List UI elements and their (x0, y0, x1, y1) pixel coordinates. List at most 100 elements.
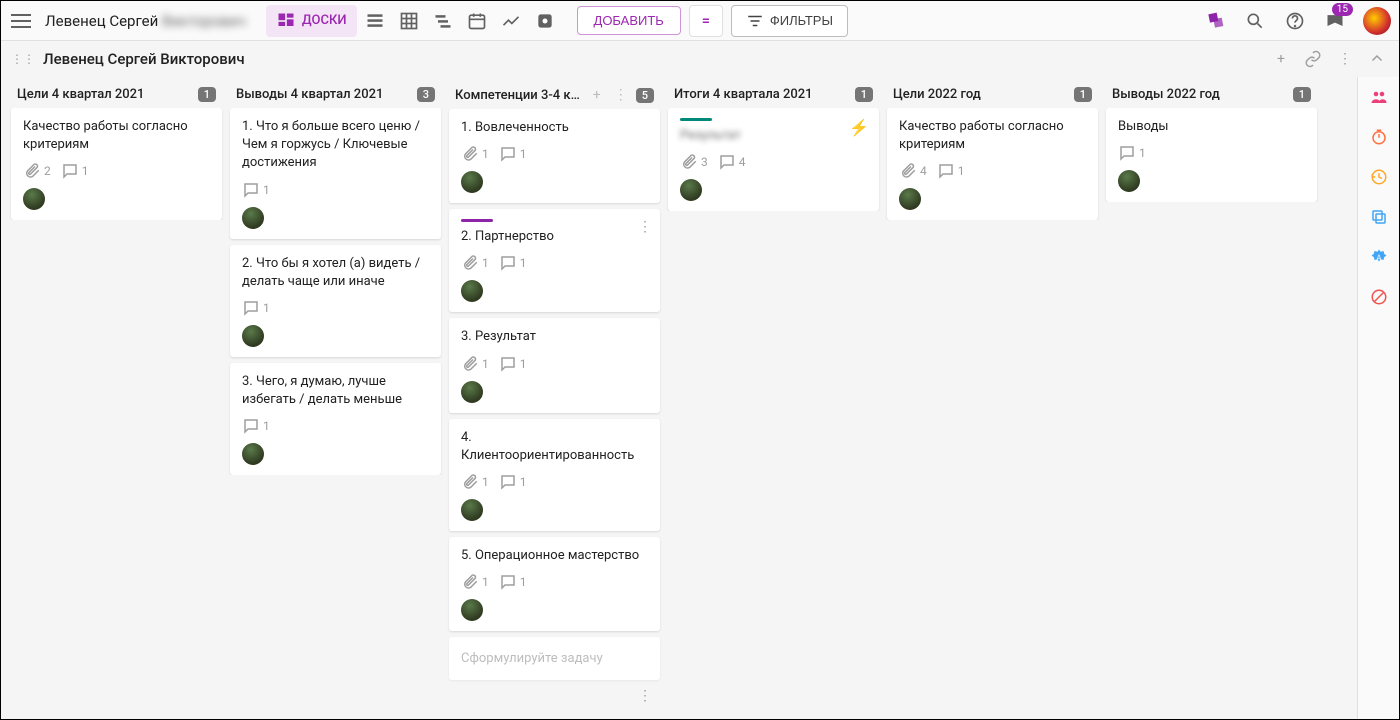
column-more-icon[interactable]: ⋮ (612, 87, 630, 103)
column-header: Цели 2022 год1 (885, 81, 1100, 108)
attachments-count: 4 (899, 162, 927, 180)
assignee-avatar[interactable] (680, 179, 702, 201)
column-count: 1 (198, 87, 216, 102)
card-title: 2. Партнерство (461, 228, 648, 246)
card-meta: 34 (680, 153, 867, 171)
column-title: Выводы 2022 год (1112, 87, 1287, 102)
card-title: 2. Что бы я хотел (а) видеть / делать ча… (242, 255, 429, 291)
assignee-avatar[interactable] (242, 325, 264, 347)
filters-button[interactable]: ФИЛЬТРЫ (731, 5, 848, 37)
task-card[interactable]: 2. Что бы я хотел (а) видеть / делать ча… (230, 245, 441, 357)
card-meta: 11 (461, 473, 648, 491)
card-title: 1. Что я больше всего ценю / Чем я горжу… (242, 118, 429, 173)
card-meta: 1 (242, 181, 429, 199)
timer-icon[interactable] (1367, 125, 1391, 149)
equals-button[interactable]: = (689, 5, 723, 37)
history-icon[interactable] (1367, 165, 1391, 189)
card-title: Результат (680, 127, 867, 145)
view-table[interactable] (393, 5, 425, 37)
card-meta: 11 (461, 355, 648, 373)
assignee-avatar[interactable] (461, 171, 483, 193)
comments-count: 4 (718, 153, 746, 171)
settings-badge-icon[interactable]: A (1367, 245, 1391, 269)
card-list: 1. Вовлеченность11⋮2. Партнерство113. Ре… (447, 109, 662, 706)
board-column: Цели 2022 год1Качество работы согласно к… (885, 81, 1100, 711)
column-count: 5 (636, 88, 654, 103)
task-card[interactable]: 3. Чего, я думаю, лучше избегать / делат… (230, 363, 441, 475)
attachments-count: 1 (461, 573, 489, 591)
block-icon[interactable] (1367, 285, 1391, 309)
menu-icon[interactable] (9, 9, 33, 33)
assignee-avatar[interactable] (242, 207, 264, 229)
view-chart[interactable] (495, 5, 527, 37)
column-footer-more-icon[interactable]: ⋮ (449, 686, 660, 706)
people-icon[interactable] (1367, 85, 1391, 109)
comments-count: 1 (1118, 144, 1146, 162)
attachments-count: 2 (23, 162, 51, 180)
drag-handle-icon[interactable]: ⋮⋮ (11, 52, 35, 66)
card-title: 5. Операционное мастерство (461, 547, 648, 565)
user-avatar[interactable] (1363, 7, 1391, 35)
task-card[interactable]: ⚡Результат34 (668, 108, 879, 211)
card-meta: 1 (242, 417, 429, 435)
attachments-count: 1 (461, 355, 489, 373)
svg-text:A: A (1376, 253, 1381, 262)
add-button[interactable]: ДОБАВИТЬ (577, 6, 681, 35)
comments-count: 1 (499, 145, 527, 163)
task-card[interactable]: 1. Что я больше всего ценю / Чем я горжу… (230, 108, 441, 239)
assignee-avatar[interactable] (1118, 170, 1140, 192)
comments-count: 1 (937, 162, 965, 180)
attachments-count: 1 (461, 473, 489, 491)
task-card[interactable]: Выводы1 (1106, 108, 1317, 202)
view-dashboard[interactable] (529, 5, 561, 37)
attachments-count: 1 (461, 145, 489, 163)
assignee-avatar[interactable] (461, 280, 483, 302)
card-meta: 1 (1118, 144, 1305, 162)
board-column: Выводы 4 квартал 20213 1. Что я больше вс… (228, 81, 443, 711)
assignee-avatar[interactable] (242, 443, 264, 465)
view-boards[interactable]: ДОСКИ (266, 5, 357, 37)
column-count: 3 (417, 87, 435, 102)
assignee-avatar[interactable] (461, 381, 483, 403)
column-header: Выводы 4 квартал 20213 (228, 81, 443, 108)
column-header: Компетенции 3-4 квар... + ⋮ 5 (447, 81, 662, 109)
column-count: 1 (1074, 87, 1092, 102)
add-card-icon[interactable]: + (588, 87, 606, 103)
view-gantt[interactable] (427, 5, 459, 37)
link-icon[interactable] (1301, 47, 1325, 71)
task-card[interactable]: Качество работы согласно критериям41 (887, 108, 1098, 220)
card-meta: 41 (899, 162, 1086, 180)
task-card[interactable]: 3. Результат 11 (449, 318, 660, 412)
card-meta: 21 (23, 162, 210, 180)
assignee-avatar[interactable] (461, 499, 483, 521)
board-column: Цели 4 квартал 20211Качество работы согл… (9, 81, 224, 711)
inbox-icon[interactable]: 15 (1319, 5, 1351, 37)
copy-icon[interactable] (1367, 205, 1391, 229)
card-more-icon[interactable]: ⋮ (638, 219, 652, 235)
card-meta: 11 (461, 573, 648, 591)
board-header: ⋮⋮ Левенец Сергей Викторович + ⋮ (1, 41, 1399, 77)
task-card[interactable]: 5. Операционное мастерство 11 (449, 537, 660, 631)
column-title: Компетенции 3-4 квар... (455, 88, 582, 103)
notification-badge: 15 (1332, 3, 1353, 16)
apps-icon[interactable] (1199, 5, 1231, 37)
assignee-avatar[interactable] (23, 188, 45, 210)
add-column-icon[interactable]: + (1269, 47, 1293, 71)
view-calendar[interactable] (461, 5, 493, 37)
help-icon[interactable] (1279, 5, 1311, 37)
card-title: 3. Результат (461, 328, 648, 346)
more-icon[interactable]: ⋮ (1333, 47, 1357, 71)
card-color-bar (461, 219, 493, 222)
assignee-avatar[interactable] (899, 188, 921, 210)
new-task-placeholder[interactable]: Сформулируйте задачу (449, 637, 660, 680)
assignee-avatar[interactable] (461, 599, 483, 621)
task-card[interactable]: 1. Вовлеченность11 (449, 109, 660, 203)
filter-icon (746, 12, 764, 30)
task-card[interactable]: 4. Клиентоориентированность11 (449, 419, 660, 531)
task-card[interactable]: Качество работы согласно критериям21 (11, 108, 222, 220)
view-list[interactable] (359, 5, 391, 37)
search-icon[interactable] (1239, 5, 1271, 37)
task-card[interactable]: ⋮2. Партнерство11 (449, 209, 660, 312)
collapse-icon[interactable] (1365, 47, 1389, 71)
card-list: ⚡Результат34 (666, 108, 881, 211)
